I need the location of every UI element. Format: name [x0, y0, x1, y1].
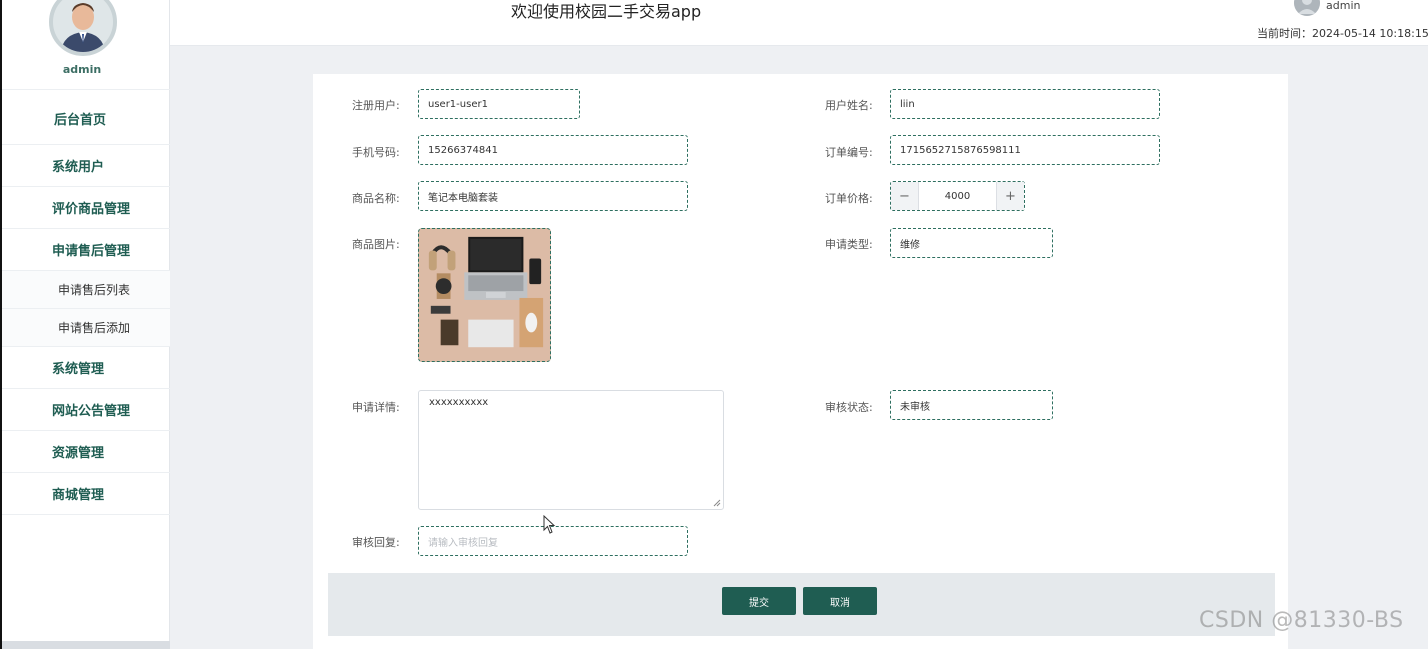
app-title: 欢迎使用校园二手交易app — [511, 2, 702, 21]
sidebar-subitem-after-sales-add[interactable]: 申请售后添加 — [2, 309, 170, 347]
sidebar-footer — [2, 641, 170, 649]
top-header: 欢迎使用校园二手交易app admin 当前时间：2024-05-14 10:1… — [170, 0, 1428, 46]
product-image-icon — [419, 229, 550, 361]
register-user-field[interactable]: user1-user1 — [418, 89, 580, 119]
decrement-button[interactable]: − — [891, 182, 919, 210]
apply-detail-text: xxxxxxxxxx — [429, 397, 489, 408]
admin-name: admin — [62, 63, 102, 76]
phone-label: 手机号码: — [352, 146, 400, 159]
review-reply-label: 审核回复: — [352, 536, 400, 549]
sidebar-item-resources[interactable]: 资源管理 — [2, 431, 170, 473]
user-name-label: 用户姓名: — [825, 99, 873, 112]
submit-button[interactable]: 提交 — [722, 587, 796, 615]
sidebar-item-system-management[interactable]: 系统管理 — [2, 347, 170, 389]
review-status-label: 审核状态: — [825, 401, 873, 414]
sidebar-item-mall[interactable]: 商城管理 — [2, 473, 170, 515]
form-panel: 注册用户: user1-user1 用户姓名: liin 手机号码: 15266… — [313, 74, 1288, 649]
sidebar-menu: 后台首页 系统用户 评价商品管理 申请售后管理 申请售后列表 申请售后添加 系统… — [2, 89, 170, 515]
sidebar-item-after-sales[interactable]: 申请售后管理 — [2, 229, 170, 271]
sidebar-item-announcements[interactable]: 网站公告管理 — [2, 389, 170, 431]
header-user-name[interactable]: admin — [1326, 0, 1360, 12]
review-status-field[interactable]: 未审核 — [890, 390, 1053, 420]
apply-type-label: 申请类型: — [825, 238, 873, 251]
order-price-stepper: − 4000 + — [890, 181, 1025, 211]
product-name-field[interactable]: 笔记本电脑套装 — [418, 181, 688, 211]
order-no-label: 订单编号: — [825, 146, 873, 159]
form-actions-bar: 提交 取消 — [328, 573, 1275, 636]
resize-handle-icon[interactable] — [713, 499, 721, 507]
avatar — [49, 0, 117, 56]
product-image-label: 商品图片: — [352, 238, 400, 251]
sidebar: admin 后台首页 系统用户 评价商品管理 申请售后管理 申请售后列表 申请售… — [2, 0, 170, 641]
sidebar-item-review-products[interactable]: 评价商品管理 — [2, 187, 170, 229]
sidebar-subitem-after-sales-list[interactable]: 申请售后列表 — [2, 271, 170, 309]
order-price-value[interactable]: 4000 — [919, 182, 996, 210]
watermark: CSDN @81330-BS — [1199, 608, 1404, 633]
cancel-button[interactable]: 取消 — [803, 587, 877, 615]
register-user-label: 注册用户: — [352, 99, 400, 112]
user-avatar[interactable] — [1294, 0, 1320, 16]
apply-type-field[interactable]: 维修 — [890, 228, 1053, 258]
order-price-label: 订单价格: — [825, 192, 873, 205]
order-no-field[interactable]: 1715652715876598111 — [890, 135, 1160, 165]
sidebar-item-dashboard[interactable]: 后台首页 — [2, 89, 170, 145]
product-image-upload[interactable] — [418, 228, 551, 362]
phone-field[interactable]: 15266374841 — [418, 135, 688, 165]
apply-detail-label: 申请详情: — [352, 401, 400, 414]
increment-button[interactable]: + — [996, 182, 1024, 210]
mouse-cursor-icon — [543, 515, 556, 534]
product-name-label: 商品名称: — [352, 192, 400, 205]
sidebar-item-system-users[interactable]: 系统用户 — [2, 145, 170, 187]
apply-detail-textarea[interactable]: xxxxxxxxxx — [418, 390, 724, 510]
user-name-field[interactable]: liin — [890, 89, 1160, 119]
current-time: 当前时间：2024-05-14 10:18:15 — [1257, 27, 1428, 40]
